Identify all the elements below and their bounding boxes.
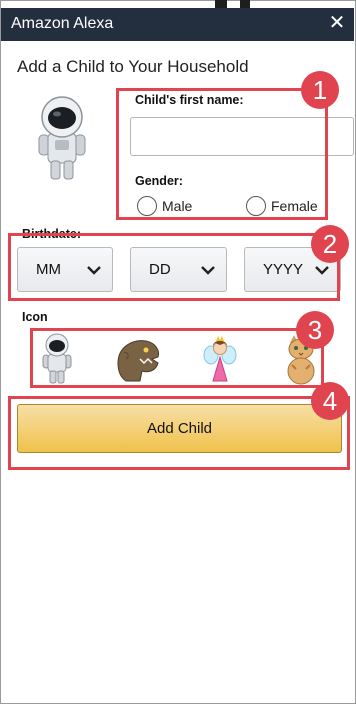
window-title: Amazon Alexa [11, 15, 114, 32]
callout-box-add-child [8, 396, 350, 470]
page-title: Add a Child to Your Household [17, 57, 249, 76]
title-bar: Amazon Alexa ✕ [1, 8, 354, 41]
callout-box-name-gender [116, 88, 328, 220]
callout-badge-3: 3 [296, 311, 334, 349]
top-edge-decoration [240, 0, 250, 8]
icon-label: Icon [22, 310, 48, 324]
callout-box-icon [30, 328, 324, 388]
callout-badge-1: 1 [301, 71, 339, 109]
astronaut-icon [38, 96, 86, 180]
close-icon[interactable]: ✕ [326, 11, 348, 35]
top-edge-decoration [215, 0, 227, 8]
callout-box-birthdate [8, 233, 340, 301]
callout-badge-4: 4 [311, 382, 349, 420]
callout-badge-2: 2 [311, 225, 349, 263]
